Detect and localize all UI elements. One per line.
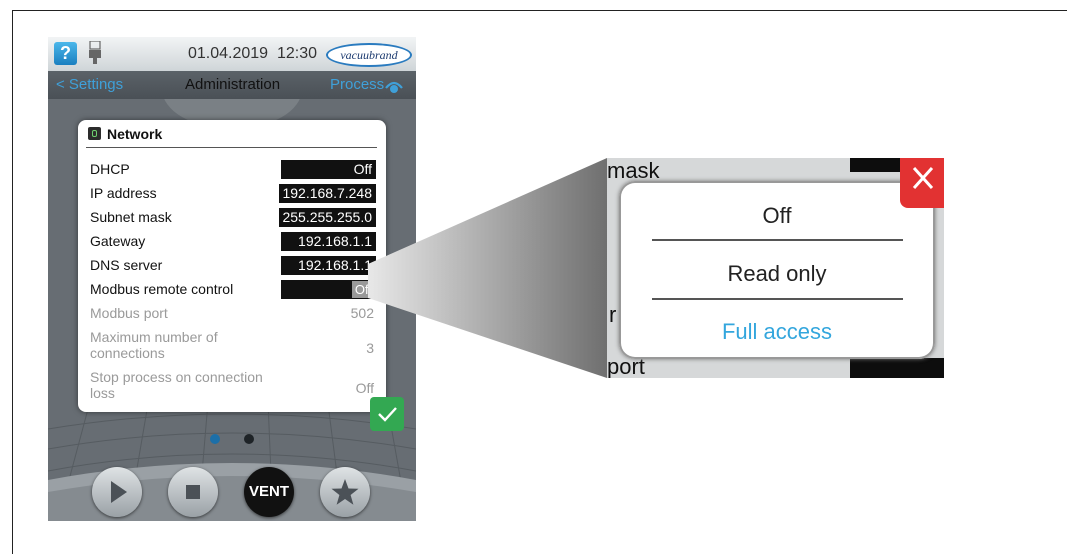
option-full-access[interactable]: Full access (619, 319, 935, 345)
option-read-only[interactable]: Read only (619, 261, 935, 287)
remote-control-options-popup: Off Read only Full access (619, 181, 935, 359)
zoom-value-box (850, 358, 944, 378)
option-divider (652, 298, 903, 300)
option-off[interactable]: Off (619, 203, 935, 229)
close-button[interactable] (900, 158, 944, 208)
option-divider (652, 239, 903, 241)
close-icon (912, 166, 934, 190)
zoom-callout: mask r port Off Read only Full access (607, 158, 944, 378)
zoom-fragment-r: r (609, 302, 617, 327)
